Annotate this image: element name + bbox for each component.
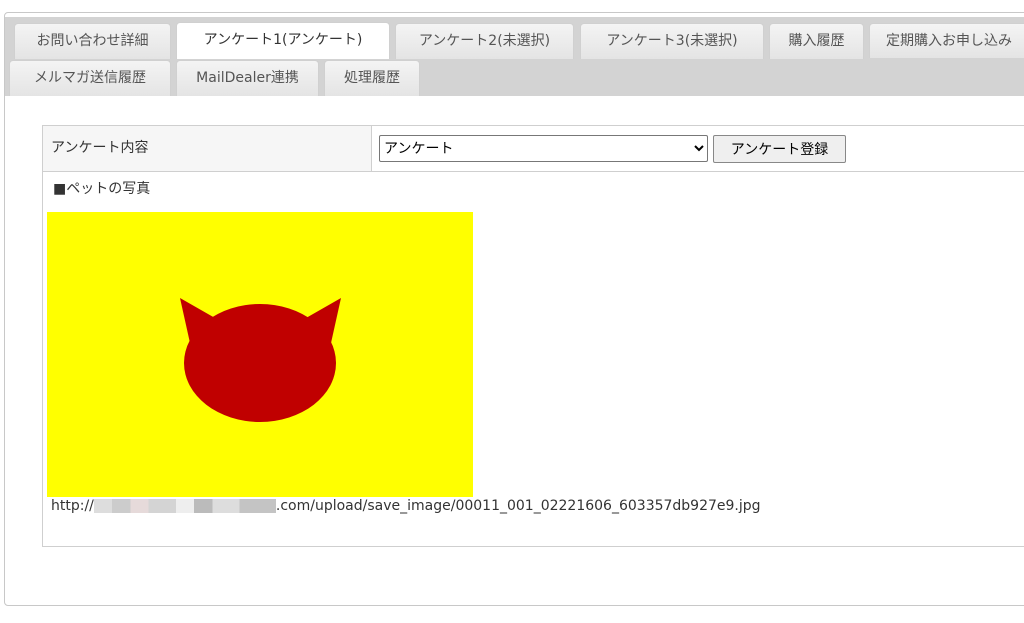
image-url: http:// .com/upload/save_image/00011_001…	[51, 498, 761, 514]
tab-purchase-history[interactable]: 購入履歴	[769, 23, 864, 59]
tab-inquiry-details[interactable]: お問い合わせ詳細	[14, 23, 171, 59]
redacted-domain	[94, 499, 276, 513]
url-suffix: .com/upload/save_image/00011_001_0222160…	[276, 498, 761, 514]
url-prefix: http://	[51, 498, 94, 514]
pet-photo	[47, 212, 473, 497]
tab-newsletter-history[interactable]: メルマガ送信履歴	[9, 60, 171, 96]
tab-survey-2[interactable]: アンケート2(未選択)	[395, 23, 574, 59]
cat-icon	[47, 212, 473, 497]
tab-subscription[interactable]: 定期購入お申し込み	[869, 23, 1024, 58]
tab-processing-history[interactable]: 処理履歴	[324, 60, 420, 96]
pet-photo-heading: ■ペットの写真	[53, 178, 150, 198]
tab-survey-1[interactable]: アンケート1(アンケート)	[176, 22, 390, 59]
survey-content-label: アンケート内容	[43, 126, 372, 171]
tab-survey-3[interactable]: アンケート3(未選択)	[580, 23, 764, 59]
register-survey-button[interactable]: アンケート登録	[713, 135, 846, 163]
survey-table: アンケート内容 アンケート アンケート登録 ■ペットの写真 http:// .c…	[42, 125, 1024, 547]
survey-select[interactable]: アンケート	[379, 135, 708, 162]
tab-maildealer[interactable]: MailDealer連携	[176, 60, 319, 96]
survey-content-row: アンケート内容 アンケート アンケート登録	[43, 126, 1024, 172]
